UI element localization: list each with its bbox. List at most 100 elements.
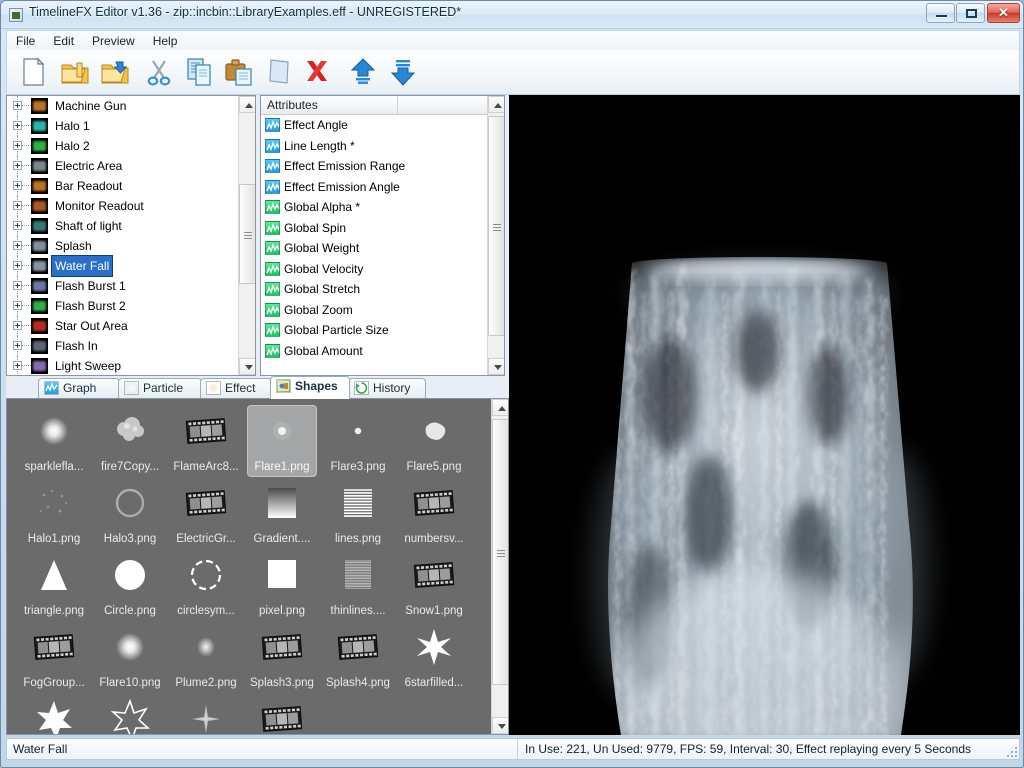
- shape-item[interactable]: numbersv...: [399, 477, 469, 549]
- shape-item[interactable]: Halo3.png: [95, 477, 165, 549]
- shape-item[interactable]: Gradient....: [247, 477, 317, 549]
- attribute-row[interactable]: Global Zoom: [261, 300, 488, 321]
- shape-item[interactable]: Flare5.png: [399, 405, 469, 477]
- shape-item[interactable]: sparklefla...: [19, 405, 89, 477]
- duplicate-button[interactable]: [263, 56, 295, 88]
- tab-history[interactable]: History: [348, 378, 426, 399]
- shape-item[interactable]: Flare1.png: [247, 405, 317, 477]
- import-folder-button[interactable]: [99, 56, 131, 88]
- menu-file[interactable]: File: [7, 31, 44, 49]
- attributes-scroll-thumb[interactable]: [488, 116, 504, 336]
- attributes-scrollbar[interactable]: [487, 96, 504, 375]
- cut-button[interactable]: [143, 56, 175, 88]
- tree-scroll-thumb[interactable]: [239, 184, 255, 284]
- shape-item[interactable]: Snow1.png: [399, 549, 469, 621]
- tab-graph[interactable]: Graph: [38, 378, 120, 399]
- shape-item[interactable]: 6starfilled...: [399, 621, 469, 693]
- shape-item[interactable]: circlesym...: [171, 549, 241, 621]
- shapes-scroll-thumb[interactable]: [492, 419, 508, 685]
- effects-tree[interactable]: Machine Gun Halo 1 Halo 2 Electric Area Bar …: [7, 96, 239, 375]
- shape-item[interactable]: Flare3.png: [323, 405, 393, 477]
- shape-item[interactable]: triangle.png: [19, 549, 89, 621]
- menu-edit[interactable]: Edit: [44, 31, 83, 49]
- attribute-row[interactable]: Effect Emission Angle: [261, 177, 488, 198]
- tab-particle[interactable]: Particle: [118, 378, 202, 399]
- tree-item[interactable]: Machine Gun: [7, 96, 239, 116]
- expand-plus-icon[interactable]: [13, 261, 22, 270]
- delete-button[interactable]: [301, 56, 333, 88]
- shape-item[interactable]: thinlines....: [323, 549, 393, 621]
- shape-item[interactable]: [247, 693, 317, 734]
- expand-plus-icon[interactable]: [13, 161, 22, 170]
- open-folder-button[interactable]: [59, 56, 91, 88]
- menu-help[interactable]: Help: [144, 31, 187, 49]
- expand-plus-icon[interactable]: [13, 141, 22, 150]
- menu-preview[interactable]: Preview: [83, 31, 144, 49]
- shape-item[interactable]: Halo1.png: [19, 477, 89, 549]
- tab-shapes[interactable]: Shapes: [270, 376, 350, 399]
- tree-item[interactable]: Splash: [7, 236, 239, 256]
- shapes-scrollbar[interactable]: [491, 399, 508, 734]
- expand-plus-icon[interactable]: [13, 361, 22, 370]
- attributes-scroll-down-button[interactable]: [488, 358, 504, 375]
- new-document-button[interactable]: [17, 56, 49, 88]
- attribute-row[interactable]: Global Spin: [261, 218, 488, 239]
- expand-plus-icon[interactable]: [13, 281, 22, 290]
- expand-plus-icon[interactable]: [13, 121, 22, 130]
- shape-item[interactable]: pixel.png: [247, 549, 317, 621]
- expand-plus-icon[interactable]: [13, 181, 22, 190]
- attribute-row[interactable]: Global Velocity: [261, 259, 488, 280]
- shape-item[interactable]: ElectricGr...: [171, 477, 241, 549]
- tree-item[interactable]: Light Sweep: [7, 356, 239, 375]
- expand-plus-icon[interactable]: [13, 341, 22, 350]
- attribute-row[interactable]: Global Particle Size: [261, 320, 488, 341]
- tree-item[interactable]: Electric Area: [7, 156, 239, 176]
- tree-item[interactable]: Flash In: [7, 336, 239, 356]
- tree-item[interactable]: Halo 2: [7, 136, 239, 156]
- tree-item[interactable]: Star Out Area: [7, 316, 239, 336]
- shape-item[interactable]: lines.png: [323, 477, 393, 549]
- tab-effect[interactable]: Effect: [200, 378, 272, 399]
- move-up-button[interactable]: [347, 56, 379, 88]
- shape-item[interactable]: Plume2.png: [171, 621, 241, 693]
- expand-plus-icon[interactable]: [13, 301, 22, 310]
- paste-button[interactable]: [223, 56, 255, 88]
- attribute-row[interactable]: Global Alpha *: [261, 197, 488, 218]
- resize-grip[interactable]: [1005, 745, 1017, 757]
- close-button[interactable]: ✕: [987, 3, 1020, 23]
- attributes-list[interactable]: Effect Angle Line Length * Effect Emission…: [261, 115, 488, 375]
- tree-item[interactable]: Water Fall: [7, 255, 239, 277]
- tree-scrollbar[interactable]: [238, 96, 255, 375]
- shape-item[interactable]: [19, 693, 89, 734]
- attributes-scroll-up-button[interactable]: [488, 96, 504, 113]
- expand-plus-icon[interactable]: [13, 221, 22, 230]
- shapes-grid[interactable]: sparklefla... fire7Copy... FlameArc8... Fla…: [7, 399, 491, 734]
- shape-item[interactable]: Circle.png: [95, 549, 165, 621]
- tree-scroll-up-button[interactable]: [239, 96, 255, 113]
- attribute-row[interactable]: Effect Emission Range: [261, 156, 488, 177]
- attribute-row[interactable]: Global Stretch: [261, 279, 488, 300]
- shape-item[interactable]: [95, 693, 165, 734]
- shape-item[interactable]: FogGroup...: [19, 621, 89, 693]
- shape-item[interactable]: Splash3.png: [247, 621, 317, 693]
- shapes-scroll-up-button[interactable]: [492, 399, 508, 416]
- shape-item[interactable]: Flare10.png: [95, 621, 165, 693]
- shape-item[interactable]: [171, 693, 241, 734]
- tree-scroll-down-button[interactable]: [239, 358, 255, 375]
- attribute-row[interactable]: Global Weight: [261, 238, 488, 259]
- shape-item[interactable]: Splash4.png: [323, 621, 393, 693]
- tree-item[interactable]: Shaft of light: [7, 216, 239, 236]
- tree-item[interactable]: Halo 1: [7, 116, 239, 136]
- expand-plus-icon[interactable]: [13, 201, 22, 210]
- minimize-button[interactable]: [926, 3, 955, 23]
- expand-plus-icon[interactable]: [13, 101, 22, 110]
- tree-item[interactable]: Bar Readout: [7, 176, 239, 196]
- tree-item[interactable]: Monitor Readout: [7, 196, 239, 216]
- attribute-row[interactable]: Line Length *: [261, 136, 488, 157]
- shape-item[interactable]: fire7Copy...: [95, 405, 165, 477]
- tree-item[interactable]: Flash Burst 2: [7, 296, 239, 316]
- shapes-scroll-down-button[interactable]: [492, 717, 508, 734]
- move-down-button[interactable]: [387, 56, 419, 88]
- effect-preview-viewport[interactable]: [509, 95, 1020, 735]
- expand-plus-icon[interactable]: [13, 241, 22, 250]
